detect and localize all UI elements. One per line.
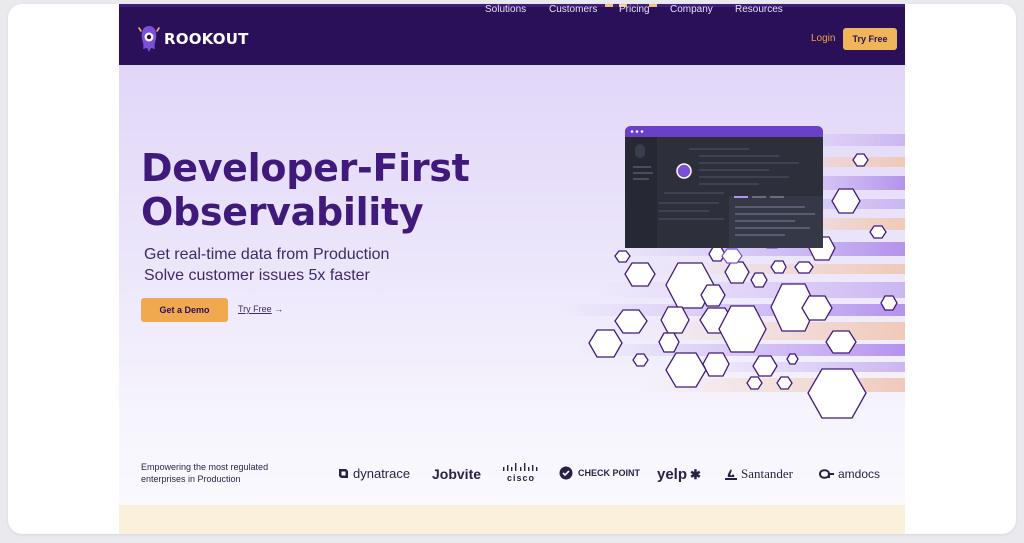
try-free-link-text: Try Free: [238, 304, 272, 314]
customers-caption: Empowering the most regulated enterprise…: [141, 461, 268, 485]
hero-title-line2: Observability: [141, 190, 424, 234]
customers-caption-line1: Empowering the most regulated: [141, 462, 269, 472]
logo-text: ROOKOUT: [164, 30, 249, 48]
arrow-right-icon: →: [274, 304, 284, 314]
rookout-octopus-icon: [138, 24, 160, 54]
cisco-text: cisco: [506, 473, 535, 483]
amdocs-icon: [819, 469, 834, 479]
login-link[interactable]: Login: [811, 33, 835, 44]
logo-cisco: cisco: [502, 463, 540, 483]
jobvite-text: Jobvite: [432, 466, 482, 482]
yelp-burst-icon: ✱: [690, 466, 701, 482]
logo-santander: Santander: [724, 466, 793, 482]
checkpoint-icon: [559, 466, 573, 480]
browser-card: ROOKOUT Solutions Customers Pricing Comp…: [8, 4, 1016, 534]
rookout-logo[interactable]: ROOKOUT: [138, 24, 249, 54]
logo-yelp: yelp ✱: [657, 466, 701, 483]
nav-company[interactable]: Company: [670, 4, 713, 15]
santander-text: Santander: [741, 466, 793, 481]
customers-caption-line2: enterprises in Production: [141, 474, 241, 484]
logo-jobvite: Jobvite: [432, 466, 481, 482]
nav-resources[interactable]: Resources: [735, 4, 783, 15]
cisco-bars-icon: [503, 463, 538, 471]
try-free-link[interactable]: Try Free →: [238, 304, 283, 314]
hero-title-line1: Developer-First: [141, 146, 470, 190]
code-window: [625, 126, 823, 248]
logo-amdocs: amdocs: [817, 466, 880, 482]
rookout-page: ROOKOUT Solutions Customers Pricing Comp…: [119, 4, 905, 534]
hero-title: Developer-First Observability: [141, 146, 470, 234]
try-free-nav-button[interactable]: Try Free: [843, 28, 897, 50]
nav-pricing[interactable]: Pricing: [619, 4, 650, 15]
hero-subtitle-line2: Solve customer issues 5x faster: [144, 267, 370, 284]
checkpoint-text: CHECK POINT: [578, 468, 641, 478]
next-section-band: [119, 505, 905, 534]
dynatrace-text: dynatrace: [353, 466, 411, 481]
hero-subtitle: Get real-time data from Production Solve…: [144, 244, 389, 286]
get-a-demo-button[interactable]: Get a Demo: [141, 298, 228, 322]
santander-flame-icon: [725, 468, 737, 480]
amdocs-text: amdocs: [838, 467, 881, 481]
dynatrace-icon: [339, 469, 348, 478]
yelp-text: yelp: [657, 466, 688, 483]
nav-customers[interactable]: Customers: [549, 4, 597, 15]
top-nav: ROOKOUT Solutions Customers Pricing Comp…: [119, 4, 905, 65]
logo-dynatrace: dynatrace: [337, 466, 410, 481]
hero-illustration: [559, 126, 905, 419]
logo-checkpoint: CHECK POINT: [559, 466, 640, 480]
hero-subtitle-line1: Get real-time data from Production: [144, 246, 390, 263]
nav-solutions[interactable]: Solutions: [485, 4, 526, 15]
